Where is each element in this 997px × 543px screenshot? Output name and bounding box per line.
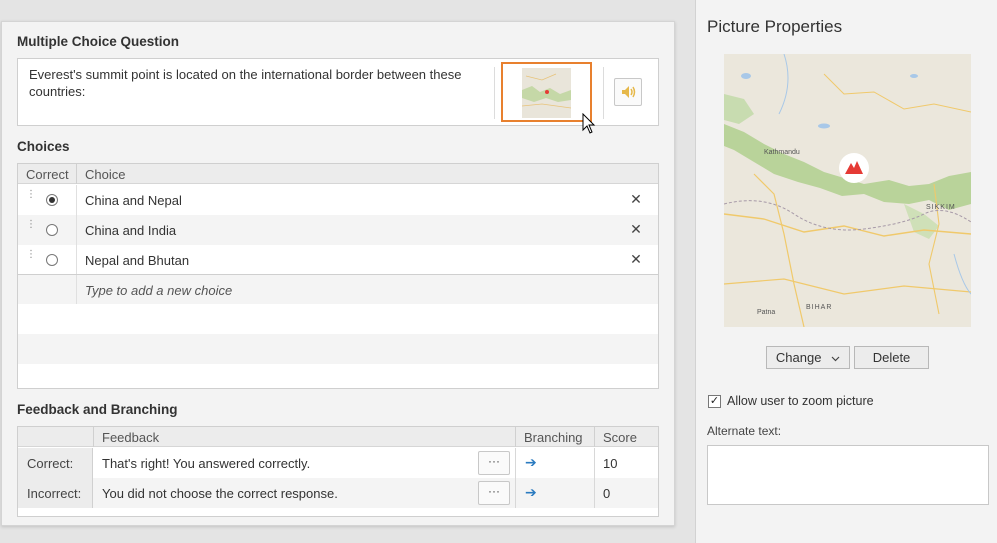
divider (603, 67, 604, 119)
delete-button[interactable]: Delete (854, 346, 929, 369)
question-editor-panel: Multiple Choice Question Everest's summi… (1, 21, 675, 526)
add-choice-placeholder[interactable]: Type to add a new choice (85, 283, 232, 298)
feedback-row-label: Correct: (18, 448, 93, 478)
column-header-branching: Branching (524, 430, 583, 445)
column-separator (76, 215, 77, 245)
choices-header: Correct Choice (18, 164, 658, 184)
column-separator (76, 185, 77, 215)
correct-radio[interactable] (46, 254, 58, 266)
feedback-table: Feedback Branching Score Correct: That's… (17, 426, 659, 517)
choice-label[interactable]: China and Nepal (85, 193, 182, 208)
empty-row (18, 334, 658, 364)
feedback-header: Feedback Branching Score (18, 427, 658, 447)
correct-radio[interactable] (46, 194, 58, 206)
correct-radio[interactable] (46, 224, 58, 236)
arrow-right-icon[interactable]: ➔ (525, 484, 537, 501)
map-label: SIKKIM (926, 204, 956, 211)
header-separator (76, 164, 77, 184)
column-separator (594, 448, 595, 478)
map-thumbnail-image (522, 68, 571, 118)
header-separator (515, 427, 516, 447)
picture-properties-panel: Picture Properties Kathmandu SIKKIM BIHA… (695, 0, 997, 543)
drag-handle-icon[interactable]: ⋮ (26, 190, 36, 207)
question-picture-thumbnail[interactable] (501, 62, 592, 122)
choice-label[interactable]: Nepal and Bhutan (85, 253, 189, 268)
feedback-row-incorrect: Incorrect: You did not choose the correc… (18, 478, 658, 508)
audio-button[interactable] (614, 78, 642, 106)
feedback-row-label-text: Correct: (27, 456, 74, 471)
score-value[interactable]: 0 (603, 486, 610, 501)
arrow-right-icon[interactable]: ➔ (525, 454, 537, 471)
choice-label[interactable]: China and India (85, 223, 176, 238)
column-header-feedback: Feedback (102, 430, 160, 445)
zoom-checkbox-label[interactable]: Allow user to zoom picture (727, 394, 874, 408)
score-value[interactable]: 10 (603, 456, 617, 471)
column-separator (76, 245, 77, 275)
delete-choice-icon[interactable]: ✕ (629, 221, 643, 237)
drag-handle-icon[interactable]: ⋮ (26, 220, 36, 237)
column-separator (515, 448, 516, 478)
map-label: Patna (757, 309, 776, 316)
map-picture[interactable]: Kathmandu SIKKIM BIHAR Patna (724, 54, 971, 327)
delete-choice-icon[interactable]: ✕ (629, 191, 643, 207)
feedback-section-title: Feedback and Branching (17, 402, 178, 417)
panel-title: Picture Properties (707, 17, 843, 36)
choice-row[interactable]: ⋮ China and Nepal ✕ (18, 185, 658, 215)
chevron-down-icon (831, 350, 840, 365)
question-box: Everest's summit point is located on the… (17, 58, 659, 126)
feedback-options-button[interactable]: ··· (478, 481, 510, 505)
feedback-options-button[interactable]: ··· (478, 451, 510, 475)
feedback-row-correct: Correct: That's right! You answered corr… (18, 448, 658, 478)
column-separator (515, 478, 516, 508)
map-label: BIHAR (806, 304, 833, 311)
feedback-row-label-text: Incorrect: (27, 486, 82, 501)
drag-handle-icon[interactable]: ⋮ (26, 250, 36, 267)
question-section-title: Multiple Choice Question (17, 34, 180, 49)
question-text[interactable]: Everest's summit point is located on the… (29, 66, 489, 100)
mouse-cursor-icon (582, 112, 596, 135)
choice-row[interactable]: ⋮ Nepal and Bhutan ✕ (18, 245, 658, 275)
header-separator (594, 427, 595, 447)
column-header-correct: Correct (26, 167, 69, 182)
column-header-choice: Choice (85, 167, 126, 182)
alt-text-input[interactable] (707, 445, 989, 505)
empty-row (18, 304, 658, 334)
map-label: Kathmandu (764, 149, 800, 156)
feedback-text[interactable]: That's right! You answered correctly. (102, 456, 310, 471)
delete-choice-icon[interactable]: ✕ (629, 251, 643, 267)
column-header-score: Score (603, 430, 637, 445)
alt-text-label: Alternate text: (707, 424, 782, 438)
choices-section-title: Choices (17, 139, 70, 154)
feedback-text[interactable]: You did not choose the correct response. (102, 486, 338, 501)
change-button[interactable]: Change (766, 346, 850, 369)
header-separator (93, 427, 94, 447)
empty-row (18, 364, 658, 388)
add-choice-row[interactable]: Type to add a new choice (18, 274, 658, 305)
divider (494, 67, 495, 119)
feedback-row-label: Incorrect: (18, 478, 93, 508)
column-separator (76, 275, 77, 305)
zoom-checkbox[interactable]: ✓ (708, 395, 721, 408)
choice-row[interactable]: ⋮ China and India ✕ (18, 215, 658, 245)
change-button-label: Change (775, 350, 822, 365)
choices-table: Correct Choice ⋮ China and Nepal ✕ ⋮ Chi… (17, 163, 659, 389)
speaker-icon (615, 86, 641, 108)
column-separator (594, 478, 595, 508)
